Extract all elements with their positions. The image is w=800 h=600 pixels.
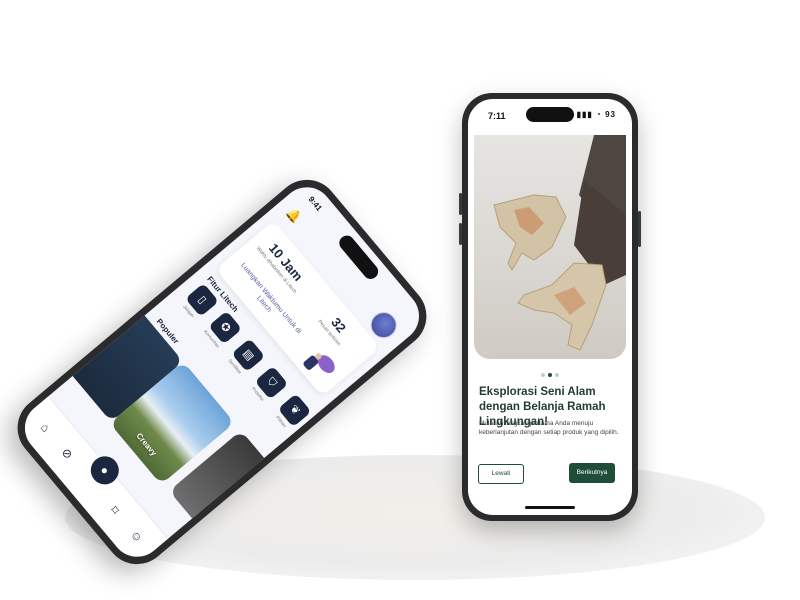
home-indicator [525, 506, 575, 509]
right-phone: 7:11 ▮▮▮ ◔ 93 Eksplorasi Seni Alam denga… [459, 93, 641, 521]
status-time: 9:41 [306, 194, 324, 213]
status-time: 7:11 [488, 111, 506, 121]
explore-icon[interactable]: ⊘ [56, 442, 79, 465]
dynamic-island [526, 107, 574, 122]
page-dot [555, 373, 559, 377]
volume-button [459, 193, 462, 215]
right-phone-screen: 7:11 ▮▮▮ ◔ 93 Eksplorasi Seni Alam denga… [468, 99, 632, 515]
popular-card-name [74, 362, 119, 416]
page-indicator [468, 373, 632, 377]
power-button [638, 211, 641, 247]
home-icon[interactable]: ⌂ [34, 416, 57, 439]
onboarding-body: Mulailah langkah pertama Anda menuju keb… [479, 420, 619, 437]
next-button[interactable]: Berikutnya [569, 463, 615, 483]
volume-button [459, 223, 462, 245]
illustration-icon [303, 353, 335, 373]
notification-icon[interactable]: 🔔 [283, 205, 306, 228]
bookmark-icon[interactable]: ⌑ [104, 499, 127, 522]
status-icons: ▮▮▮ ◔ 93 [576, 110, 616, 119]
page-dot [541, 373, 545, 377]
page-dot-active [548, 373, 552, 377]
profile-icon[interactable]: ☺ [125, 525, 148, 548]
mic-icon[interactable]: ● [85, 450, 125, 491]
popular-card-name: Creavy [134, 431, 159, 458]
skip-button[interactable]: Lewati [478, 464, 524, 484]
onboarding-hero-image [474, 135, 626, 359]
boots-photo [493, 135, 626, 351]
